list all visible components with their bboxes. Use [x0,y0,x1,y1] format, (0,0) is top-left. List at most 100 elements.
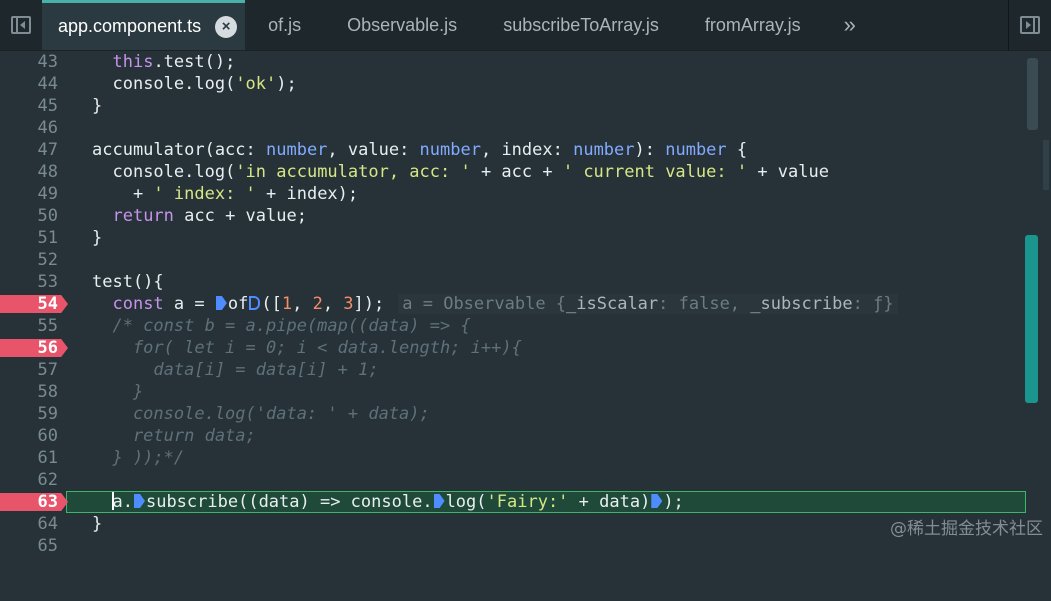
line-number: 59 [37,404,58,424]
gutter[interactable]: 53 [0,271,68,293]
line-number: 65 [37,536,58,556]
code-comment: return data; [92,426,256,446]
code-line[interactable]: 49 + ' index: ' + index); [0,183,1026,205]
code-line[interactable]: 64 } [0,513,1026,535]
code-comment: for( let i = 0; i < data.length; i++){ [92,338,522,358]
line-number: 45 [37,96,58,116]
tab-list: app.component.ts × of.js Observable.js s… [42,0,866,50]
code-line[interactable]: 55 /* const b = a.pipe(map((data) => { [0,315,1026,337]
code-text: return acc + value; [112,206,307,226]
gutter[interactable]: 60 [0,425,68,447]
tab-label: app.component.ts [58,16,202,36]
inline-value-hint: a = Observable {_isScalar: false, _subsc… [398,294,898,314]
close-tab-icon[interactable]: × [215,15,238,38]
code-text: console.log('in accumulator, acc: ' + ac… [112,162,829,182]
code-line[interactable]: 44 console.log('ok'); [0,73,1026,95]
code-line[interactable]: 50 return acc + value; [0,205,1026,227]
gutter[interactable]: 56 [0,337,68,359]
code-line[interactable]: 56 for( let i = 0; i < data.length; i++)… [0,337,1026,359]
tab-label: of.js [268,14,302,35]
line-number: 64 [37,514,58,534]
line-number: 53 [37,272,58,292]
code-line[interactable]: 48 console.log('in accumulator, acc: ' +… [0,161,1026,183]
inline-breakpoint-icon[interactable] [433,494,445,508]
code-comment: data[i] = data[i] + 1; [92,360,379,380]
gutter[interactable]: 48 [0,161,68,183]
line-number: 57 [37,360,58,380]
code-line[interactable]: 52 [0,249,1026,271]
gutter[interactable]: 55 [0,315,68,337]
code-text: const a = of ([1, 2, 3]); a = Observable {… [92,293,898,315]
code-line[interactable]: 59 console.log('data: ' + data); [0,403,1026,425]
gutter[interactable]: 50 [0,205,68,227]
gutter[interactable]: 43 [0,51,68,73]
gutter[interactable]: 51 [0,227,68,249]
gutter[interactable]: 46 [0,117,68,139]
tab-subscribe-to-array-js[interactable]: subscribeToArray.js [480,0,682,50]
inline-breakpoint-icon[interactable] [133,494,145,508]
tab-from-array-js[interactable]: fromArray.js [682,0,824,50]
code-line[interactable]: 60 return data; [0,425,1026,447]
gutter[interactable]: 45 [0,95,68,117]
right-panel-icon [1020,16,1040,34]
watermark: @稀土掘金技术社区 [890,519,1043,539]
gutter[interactable]: 59 [0,403,68,425]
tab-overflow-chevron-icon[interactable]: » [824,0,866,50]
code-line[interactable]: 43 this.test(); [0,51,1026,73]
code-line[interactable]: 58 } [0,381,1026,403]
gutter[interactable]: 58 [0,381,68,403]
gutter[interactable]: 49 [0,183,68,205]
line-number: 43 [37,52,58,72]
gutter[interactable]: 57 [0,359,68,381]
line-number: 58 [37,382,58,402]
scrollbar-thumb[interactable] [1025,235,1038,403]
code-line[interactable]: 46 [0,117,1026,139]
tab-observable-js[interactable]: Observable.js [324,0,480,50]
code-line[interactable]: 53 test(){ [0,271,1026,293]
inline-breakpoint-hollow-icon[interactable] [249,296,261,310]
gutter[interactable]: 54 [0,293,68,315]
gutter[interactable]: 65 [0,535,68,557]
code-line[interactable]: 51 } [0,227,1026,249]
code-line[interactable]: 54 const a = of ([1, 2, 3]); a = Observabl… [0,293,1026,315]
gutter[interactable]: 62 [0,469,68,491]
toggle-left-sidebar-button[interactable] [0,0,43,50]
code-text: } [92,228,103,248]
gutter[interactable]: 61 [0,447,68,469]
code-line[interactable]: 62 [0,469,1026,491]
code-text: console.log('ok'); [112,74,297,94]
toggle-right-sidebar-button[interactable] [1008,0,1051,50]
code-line[interactable]: 65 [0,535,1026,557]
code-text: a. subscribe((data) => console. log('Fairy… [112,492,684,512]
code-line[interactable]: 45 } [0,95,1026,117]
inline-breakpoint-icon[interactable] [651,494,663,508]
line-number: 55 [37,316,58,336]
gutter[interactable]: 44 [0,73,68,95]
current-execution-line[interactable]: 63 a. subscribe((data) => console. log('Fa… [0,491,1026,513]
code-comment: /* const b = a.pipe(map((data) => { [92,316,471,336]
scrollbar-overview-marker [1043,140,1049,190]
tab-of-js[interactable]: of.js [245,0,324,50]
code-text: } [92,96,103,116]
code-comment: } [92,382,144,402]
inline-breakpoint-icon[interactable] [215,296,227,310]
line-number: 48 [37,162,58,182]
left-panel-icon [11,16,31,34]
gutter[interactable]: 47 [0,139,68,161]
code-line[interactable]: 61 } ));*/ [0,447,1026,469]
code-comment: console.log('data: ' + data); [92,404,430,424]
scrollbar-overview-marker [1027,58,1038,130]
code-text: accumulator(acc: number, value: number, … [92,140,748,160]
gutter[interactable]: 52 [0,249,68,271]
line-number: 62 [37,470,58,490]
code-line[interactable]: 47 accumulator(acc: number, value: numbe… [0,139,1026,161]
line-number: 54 [37,294,58,314]
tab-label: Observable.js [347,14,458,35]
line-number: 44 [37,74,58,94]
tab-app-component[interactable]: app.component.ts × [42,0,246,50]
gutter[interactable]: 64 [0,513,68,535]
code-editor[interactable]: 43 this.test(); 44 console.log('ok'); 45… [0,51,1051,556]
code-text: test(){ [92,272,164,292]
gutter[interactable]: 63 [0,491,68,513]
code-line[interactable]: 57 data[i] = data[i] + 1; [0,359,1026,381]
